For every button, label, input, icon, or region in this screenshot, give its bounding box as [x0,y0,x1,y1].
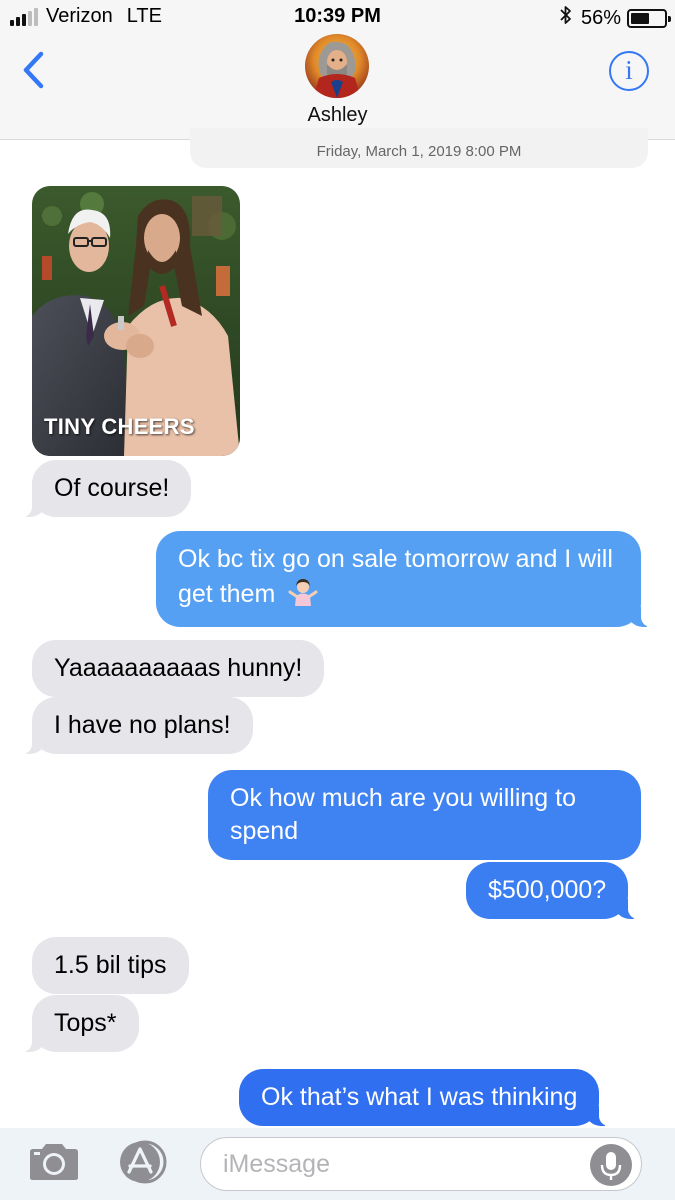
info-icon: i [625,55,633,85]
status-right: 56% [559,5,671,31]
message-text: Ok bc tix go on sale tomorrow and I will… [178,545,613,609]
incoming-message-bubble[interactable]: 1.5 bil tips [32,937,189,994]
outgoing-message-bubble[interactable]: Ok bc tix go on sale tomorrow and I will… [156,531,651,627]
outgoing-message-bubble[interactable]: Ok that’s what I was thinking [239,1069,610,1126]
contact-avatar[interactable] [305,34,369,98]
microphone-icon [600,1152,622,1180]
dictation-button[interactable] [590,1144,632,1186]
outgoing-message-bubble[interactable]: $500,000? [466,862,639,919]
incoming-message-bubble[interactable]: I have no plans! [22,697,253,754]
message-text: Tops* [54,1009,117,1037]
message-text: 1.5 bil tips [54,951,167,979]
battery-tip [668,15,671,22]
message-text: Yaaaaaaaaaas hunny! [54,654,303,682]
person-shrugging-emoji-icon [288,576,318,615]
compose-bar [0,1128,675,1200]
message-text: I have no plans! [54,711,231,739]
battery-icon [627,8,671,28]
message-text: Ok how much are you willing to spend [230,784,576,845]
avatar-image [305,34,369,98]
app-store-button[interactable] [114,1140,172,1184]
app-store-icon [120,1140,167,1184]
gif-caption: TINY CHEERS [44,414,195,439]
incoming-message-bubble[interactable]: Of course! [21,460,192,517]
battery-percent: 56% [580,6,621,29]
message-text: $500,000? [488,876,607,904]
battery-fill [631,12,649,24]
info-button[interactable]: i [609,51,649,91]
conversation-header: Ashley i [0,34,675,140]
outgoing-message-bubble[interactable]: Ok how much are you willing to spend [208,770,641,860]
bluetooth-icon [559,5,573,31]
status-bar: Verizon LTE 10:39 PM 56% [0,0,675,34]
chevron-left-icon [23,51,44,89]
message-text: Of course! [54,474,170,502]
contact-name[interactable]: Ashley [0,104,675,127]
gif-message[interactable]: TINY CHEERS [32,186,240,456]
camera-button[interactable] [26,1142,82,1182]
message-text: Ok that’s what I was thinking [261,1083,578,1111]
camera-icon [30,1144,78,1180]
message-timestamp: Friday, March 1, 2019 8:00 PM [316,143,522,160]
back-button[interactable] [14,48,54,92]
timestamp-banner: Friday, March 1, 2019 8:00 PM [190,128,648,168]
imessage-input[interactable] [200,1137,642,1191]
incoming-message-bubble[interactable]: Tops* [22,995,139,1052]
incoming-message-bubble[interactable]: Yaaaaaaaaaas hunny! [32,640,325,697]
